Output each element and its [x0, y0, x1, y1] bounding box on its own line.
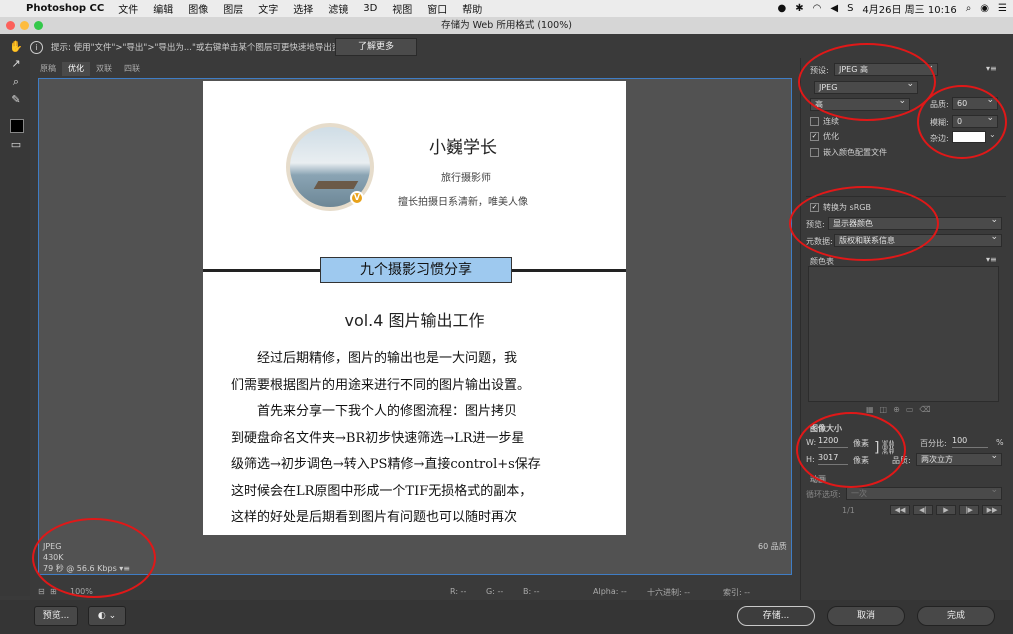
zoom-window-button[interactable] [34, 21, 43, 30]
color-table-tools[interactable]: ▦◫⊕▭⌫ [866, 405, 937, 414]
hint-text: 提示: 使用"文件">"导出">"导出为..."或右键单击某个图层可更快速地导出… [51, 43, 349, 53]
learn-more-button[interactable]: 了解更多 [335, 38, 417, 56]
embed-profile-checkbox[interactable] [810, 148, 819, 157]
notification-center-icon[interactable]: ☰ [998, 3, 1007, 14]
slice-select-tool-icon[interactable]: ↗ [9, 57, 23, 71]
readout-r: R: -- [450, 587, 467, 596]
readout-g: G: -- [486, 587, 504, 596]
optimized-label: 优化 [823, 132, 839, 141]
siri-icon[interactable]: ◉ [980, 3, 989, 14]
annotation-circle [32, 518, 156, 598]
menu-bar: Photoshop CC 文件 编辑 图像 图层 文字 选择 滤镜 3D 视图 … [0, 0, 1013, 17]
document-preview: V 小巍学长 旅行摄影师 擅长拍摄日系清新，唯美人像 九个摄影习惯分享 vol.… [203, 81, 626, 535]
wifi-icon[interactable]: ◠ [813, 3, 822, 14]
progressive-checkbox[interactable] [810, 117, 819, 126]
author-motto: 擅长拍摄日系清新，唯美人像 [398, 197, 528, 208]
percent-input[interactable]: 100 [952, 436, 988, 448]
bluetooth-icon[interactable]: ✱ [795, 3, 803, 14]
menu-window[interactable]: 窗口 [427, 1, 447, 16]
annotation-circle [796, 412, 906, 488]
verified-badge: V [350, 191, 364, 205]
menu-file[interactable]: 文件 [118, 1, 138, 16]
tab-original[interactable]: 原稿 [34, 62, 62, 76]
annotation-circle [798, 43, 936, 121]
readout-b: B: -- [523, 587, 540, 596]
clock[interactable]: 4月26日 周三 10:16 [862, 1, 956, 16]
annotation-circle [789, 186, 939, 261]
menu-help[interactable]: 帮助 [462, 1, 482, 16]
info-icon: i [30, 40, 43, 54]
input-method-icon[interactable]: S [847, 3, 853, 14]
loop-select[interactable]: 一次 [846, 485, 1002, 500]
window-titlebar: 存储为 Web 所用格式 (100%) [0, 17, 1013, 34]
spotlight-icon[interactable]: ⌕ [966, 3, 972, 14]
play-icon[interactable]: ▶ [936, 505, 956, 515]
menu-layer[interactable]: 图层 [223, 1, 243, 16]
save-button[interactable]: 存储... [737, 606, 815, 626]
color-table[interactable] [808, 266, 999, 402]
tab-2up[interactable]: 双联 [90, 62, 118, 76]
tool-strip: ✋ ↗ ⌕ ✎ ▭ [0, 36, 30, 596]
section-title: vol.4 图片输出工作 [344, 311, 485, 330]
preview-button[interactable]: 预览... [34, 606, 78, 626]
menu-filter[interactable]: 滤镜 [328, 1, 348, 16]
section-banner: 九个摄影习惯分享 [320, 257, 512, 283]
panel-menu-icon[interactable]: ▾≡ [986, 64, 997, 73]
toggle-slices-icon[interactable]: ▭ [9, 138, 23, 152]
bottom-bar: 预览... ◐ ⌄ 存储... 取消 完成 [0, 600, 1013, 634]
optimized-checkbox[interactable]: ✓ [810, 132, 819, 141]
menu-view[interactable]: 视图 [392, 1, 412, 16]
prev-frame-icon[interactable]: ◀| [913, 505, 933, 515]
progressive-label: 连续 [823, 117, 839, 126]
close-window-button[interactable] [6, 21, 15, 30]
app-name[interactable]: Photoshop CC [26, 3, 104, 14]
menu-image[interactable]: 图像 [188, 1, 208, 16]
paragraph-line: 们需要根据图片的用途来进行不同的图片输出设置。 [231, 377, 531, 393]
author-role: 旅行摄影师 [441, 173, 491, 184]
embed-profile-label: 嵌入颜色配置文件 [823, 148, 887, 157]
cancel-button[interactable]: 取消 [827, 606, 905, 626]
first-frame-icon[interactable]: ◀◀ [890, 505, 910, 515]
annotation-circle [917, 85, 1007, 159]
author-name: 小巍学长 [429, 138, 497, 158]
menu-3d[interactable]: 3D [363, 3, 377, 14]
tab-4up[interactable]: 四联 [118, 62, 146, 76]
browser-preview-icon[interactable]: ◐ ⌄ [88, 606, 126, 626]
last-frame-icon[interactable]: ▶▶ [982, 505, 1002, 515]
minimize-window-button[interactable] [20, 21, 29, 30]
window-title: 存储为 Web 所用格式 (100%) [441, 20, 572, 31]
percent-unit: % [996, 438, 1004, 447]
percent-label: 百分比: [920, 439, 947, 448]
menu-select[interactable]: 选择 [293, 1, 313, 16]
menu-type[interactable]: 文字 [258, 1, 278, 16]
done-button[interactable]: 完成 [917, 606, 995, 626]
color-table-menu-icon[interactable]: ▾≡ [986, 255, 997, 264]
readout-alpha: Alpha: -- [593, 587, 627, 596]
frame-counter: 1/1 [842, 506, 855, 515]
resample-select[interactable]: 两次立方 [916, 451, 1002, 466]
paragraph-line: 级筛选→初步调色→转入PS精修→直接control+s保存 [231, 457, 541, 472]
volume-icon[interactable]: ◀ [830, 3, 838, 14]
zoom-out-icon[interactable]: ⊟ [38, 587, 45, 596]
view-tabs: 原稿 优化 双联 四联 [34, 62, 146, 76]
eyedropper-color-swatch[interactable] [10, 119, 24, 133]
info-quality: 60 品质 [758, 542, 787, 551]
qq-icon[interactable]: ● [778, 3, 787, 14]
paragraph-line: 首先来分享一下我个人的修图流程：图片拷贝 [231, 404, 518, 419]
paragraph-line: 到硬盘命名文件夹→BR初步快速筛选→LR进一步星 [231, 430, 525, 446]
status-bar: ⊟ ⊞ 100% R: -- G: -- B: -- Alpha: -- 十六进… [30, 584, 800, 600]
readout-index: 索引: -- [723, 588, 751, 597]
readout-hex: 十六进制: -- [647, 588, 691, 597]
paragraph-line: 经过后期精修，图片的输出也是一大问题，我 [231, 351, 518, 366]
paragraph-line: 这时候会在LR原图中形成一个TIF无损格式的副本， [231, 483, 533, 499]
article-paragraph: 经过后期精修，图片的输出也是一大问题，我 们需要根据图片的用途来进行不同的图片输… [231, 346, 606, 532]
eyedropper-tool-icon[interactable]: ✎ [9, 93, 23, 107]
loop-label: 循环选项: [806, 490, 841, 499]
zoom-tool-icon[interactable]: ⌕ [9, 75, 23, 89]
paragraph-line: 这样的好处是后期看到图片有问题也可以随时再次 [231, 510, 518, 525]
menu-edit[interactable]: 编辑 [153, 1, 173, 16]
tab-optimized[interactable]: 优化 [62, 62, 90, 76]
next-frame-icon[interactable]: |▶ [959, 505, 979, 515]
hand-tool-icon[interactable]: ✋ [9, 40, 23, 54]
